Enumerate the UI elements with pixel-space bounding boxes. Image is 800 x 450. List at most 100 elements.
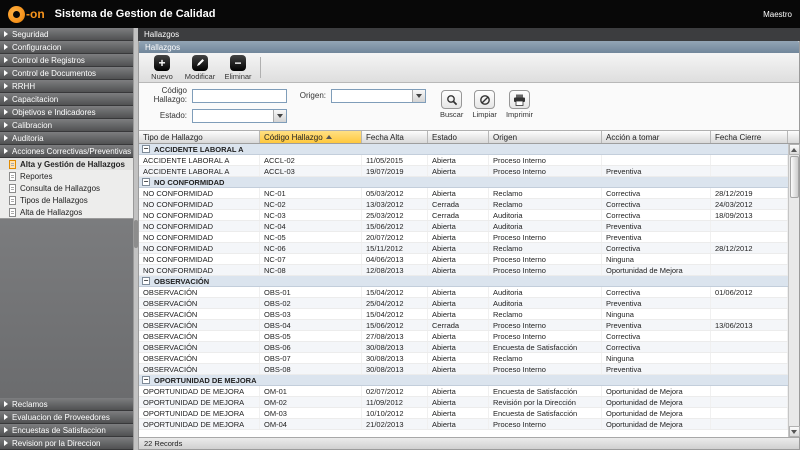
toolbar-divider [260, 57, 261, 78]
table-row[interactable]: NO CONFORMIDADNC-0615/11/2012AbiertaRecl… [139, 243, 788, 254]
column-header-tipo-de-hallazgo[interactable]: Tipo de Hallazgo [139, 131, 260, 143]
table-cell: OM-01 [260, 386, 362, 396]
arrow-right-icon [4, 57, 8, 63]
table-row[interactable]: OBSERVACIÓNOBS-0415/06/2012CerradaProces… [139, 320, 788, 331]
table-row[interactable]: OBSERVACIÓNOBS-0115/04/2012AbiertaAudito… [139, 287, 788, 298]
table-row[interactable]: OPORTUNIDAD DE MEJORAOM-0102/07/2012Abie… [139, 386, 788, 397]
table-row[interactable]: NO CONFORMIDADNC-0105/03/2012AbiertaRecl… [139, 188, 788, 199]
sidebar-item-encuestas-de-satisfaccion[interactable]: Encuestas de Satisfaccion [0, 424, 133, 437]
table-cell: OBSERVACIÓN [139, 320, 260, 330]
submenu-item-alta-y-gesti-n-de-hallazgos[interactable]: Alta y Gestión de Hallazgos [0, 158, 133, 170]
estado-dropdown-button[interactable] [273, 110, 286, 122]
table-row[interactable]: OPORTUNIDAD DE MEJORAOM-0310/10/2012Abie… [139, 408, 788, 419]
table-row[interactable]: NO CONFORMIDADNC-0704/06/2013AbiertaProc… [139, 254, 788, 265]
collapse-icon[interactable]: − [142, 178, 150, 186]
estado-select[interactable] [192, 109, 287, 123]
table-row[interactable]: NO CONFORMIDADNC-0325/03/2012CerradaAudi… [139, 210, 788, 221]
collapse-icon[interactable]: − [142, 376, 150, 384]
column-header-estado[interactable]: Estado [428, 131, 489, 143]
table-cell: OBS-02 [260, 298, 362, 308]
table-row[interactable]: OBSERVACIÓNOBS-0315/04/2012AbiertaReclam… [139, 309, 788, 320]
column-header-c-digo-hallazgo[interactable]: Código Hallazgo [260, 131, 362, 143]
magnifier-icon [441, 90, 462, 109]
table-cell: 05/03/2012 [362, 188, 428, 198]
scroll-down-icon[interactable] [789, 426, 800, 437]
table-cell: 13/03/2012 [362, 199, 428, 209]
column-header-fecha-alta[interactable]: Fecha Alta [362, 131, 428, 143]
sidebar-item-control-de-documentos[interactable]: Control de Documentos [0, 67, 133, 80]
sidebar-item-capacitacion[interactable]: Capacitacion [0, 93, 133, 106]
tab-hallazgos[interactable]: Hallazgos [144, 30, 179, 39]
sidebar-item-control-de-registros[interactable]: Control de Registros [0, 54, 133, 67]
table-cell: 28/12/2012 [711, 243, 788, 253]
splitter-handle-icon[interactable] [134, 220, 138, 248]
table-cell: Cerrada [428, 199, 489, 209]
table-cell: NO CONFORMIDAD [139, 188, 260, 198]
sidebar-item-reclamos[interactable]: Reclamos [0, 398, 133, 411]
document-icon [9, 184, 16, 193]
scrollbar-thumb[interactable] [790, 156, 799, 198]
origen-select[interactable] [331, 89, 426, 103]
sidebar-item-acciones-correctivas-preventivas[interactable]: Acciones Correctivas/Preventivas [0, 145, 133, 158]
table-row[interactable]: NO CONFORMIDADNC-0520/07/2012AbiertaProc… [139, 232, 788, 243]
table-cell [711, 309, 788, 319]
table-cell: OM-02 [260, 397, 362, 407]
sidebar-item-auditoria[interactable]: Auditoria [0, 132, 133, 145]
codigo-hallazgo-input[interactable] [192, 89, 287, 103]
group-row[interactable]: −NO CONFORMIDAD [139, 177, 788, 188]
group-row[interactable]: −ACCIDENTE LABORAL A [139, 144, 788, 155]
origen-dropdown-button[interactable] [412, 90, 425, 102]
table-row[interactable]: OBSERVACIÓNOBS-0730/08/2013AbiertaReclam… [139, 353, 788, 364]
imprimir-button[interactable]: Imprimir [506, 90, 533, 119]
sidebar-item-revision-por-la-direccion[interactable]: Revision por la Direccion [0, 437, 133, 450]
table-cell: NO CONFORMIDAD [139, 199, 260, 209]
table-cell: Ninguna [602, 353, 711, 363]
table-cell: Abierta [428, 221, 489, 231]
group-row[interactable]: −OPORTUNIDAD DE MEJORA [139, 375, 788, 386]
table-row[interactable]: OPORTUNIDAD DE MEJORAOM-0421/02/2013Abie… [139, 419, 788, 430]
table-cell [711, 166, 788, 176]
column-header-label: Fecha Alta [366, 133, 404, 142]
submenu-item-reportes[interactable]: Reportes [0, 170, 133, 182]
table-row[interactable]: NO CONFORMIDADNC-0812/08/2013AbiertaProc… [139, 265, 788, 276]
sidebar-bottom-items: ReclamosEvaluacion de ProveedoresEncuest… [0, 398, 133, 450]
table-cell: Reclamo [489, 353, 602, 363]
sidebar-item-seguridad[interactable]: Seguridad [0, 28, 133, 41]
submenu-item-alta-de-hallazgos[interactable]: Alta de Hallazgos [0, 206, 133, 218]
table-row[interactable]: ACCIDENTE LABORAL AACCL-0319/07/2019Abie… [139, 166, 788, 177]
eliminar-button[interactable]: − Eliminar [219, 54, 257, 81]
group-row[interactable]: −OBSERVACIÓN [139, 276, 788, 287]
grid-scrollbar[interactable] [788, 144, 799, 437]
modificar-button[interactable]: Modificar [181, 54, 219, 81]
collapse-icon[interactable]: − [142, 277, 150, 285]
table-row[interactable]: NO CONFORMIDADNC-0415/06/2012AbiertaAudi… [139, 221, 788, 232]
table-cell: Abierta [428, 265, 489, 275]
sidebar-item-objetivos-e-indicadores[interactable]: Objetivos e Indicadores [0, 106, 133, 119]
table-row[interactable]: OBSERVACIÓNOBS-0830/08/2013AbiertaProces… [139, 364, 788, 375]
sidebar-splitter[interactable] [133, 28, 138, 450]
table-row[interactable]: NO CONFORMIDADNC-0213/03/2012CerradaRecl… [139, 199, 788, 210]
limpiar-button[interactable]: Limpiar [472, 90, 497, 119]
table-row[interactable]: ACCIDENTE LABORAL AACCL-0211/05/2015Abie… [139, 155, 788, 166]
sidebar-item-calibracion[interactable]: Calibracion [0, 119, 133, 132]
table-row[interactable]: OBSERVACIÓNOBS-0527/08/2013AbiertaProces… [139, 331, 788, 342]
column-header-origen[interactable]: Origen [489, 131, 602, 143]
table-row[interactable]: OBSERVACIÓNOBS-0630/08/2013AbiertaEncues… [139, 342, 788, 353]
qon-logo-icon [8, 6, 25, 23]
submenu-item-tipos-de-hallazgos[interactable]: Tipos de Hallazgos [0, 194, 133, 206]
buscar-button[interactable]: Buscar [440, 90, 463, 119]
table-row[interactable]: OPORTUNIDAD DE MEJORAOM-0211/09/2012Abie… [139, 397, 788, 408]
sidebar-item-configuracion[interactable]: Configuracion [0, 41, 133, 54]
column-header-fecha-cierre[interactable]: Fecha Cierre [711, 131, 788, 143]
submenu-item-consulta-de-hallazgos[interactable]: Consulta de Hallazgos [0, 182, 133, 194]
sidebar-item-evaluacion-de-proveedores[interactable]: Evaluacion de Proveedores [0, 411, 133, 424]
column-header-acci-n-a-tomar[interactable]: Acción a tomar [602, 131, 711, 143]
scroll-up-icon[interactable] [789, 144, 800, 155]
sidebar-submenu: Alta y Gestión de HallazgosReportesConsu… [0, 158, 133, 219]
nuevo-button[interactable]: + Nuevo [143, 54, 181, 81]
sidebar-item-rrhh[interactable]: RRHH [0, 80, 133, 93]
table-cell: 01/06/2012 [711, 287, 788, 297]
group-row-label: OBSERVACIÓN [154, 277, 209, 286]
collapse-icon[interactable]: − [142, 145, 150, 153]
table-row[interactable]: OBSERVACIÓNOBS-0225/04/2012AbiertaAudito… [139, 298, 788, 309]
